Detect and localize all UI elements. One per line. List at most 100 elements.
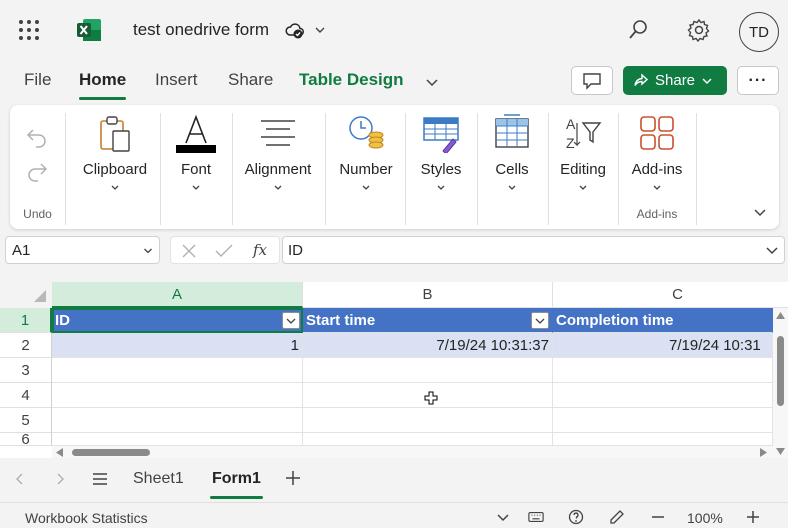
table-header-completion-time[interactable]: Completion time [553, 308, 773, 333]
row-header-6[interactable]: 6 [0, 433, 52, 446]
sheet-tab-form1[interactable]: Form1 [210, 470, 263, 499]
cancel-icon[interactable] [181, 243, 197, 259]
row-header-2[interactable]: 2 [0, 333, 52, 358]
chevron-down-icon[interactable] [143, 246, 153, 256]
tab-table-design[interactable]: Table Design [299, 70, 404, 90]
select-all-corner[interactable] [0, 282, 52, 308]
table-cell[interactable]: 1 [52, 333, 303, 358]
redo-icon[interactable] [25, 161, 49, 183]
row-header-3[interactable]: 3 [0, 358, 52, 383]
horizontal-scroll-thumb[interactable] [72, 449, 150, 456]
chevron-down-icon[interactable] [313, 23, 327, 37]
grid-cell[interactable] [303, 408, 553, 433]
chevron-down-icon [362, 185, 370, 190]
table-header-id[interactable]: ID [52, 308, 303, 333]
tab-file[interactable]: File [24, 70, 51, 90]
sheet-tab-sheet1[interactable]: Sheet1 [133, 470, 184, 488]
row-header-1[interactable]: 1 [0, 308, 52, 333]
tab-share[interactable]: Share [228, 70, 273, 90]
vertical-scrollbar[interactable] [773, 308, 788, 458]
keyboard-icon[interactable] [528, 509, 544, 525]
zoom-in-icon[interactable] [745, 509, 761, 525]
chevron-down-icon [579, 185, 587, 190]
more-tabs-chevron-icon[interactable] [424, 74, 440, 90]
grid-cell[interactable] [553, 433, 773, 446]
zoom-out-icon[interactable] [650, 509, 666, 525]
styles-group[interactable]: Styles [410, 105, 472, 229]
more-options-button[interactable]: ··· [737, 66, 779, 95]
document-title[interactable]: test onedrive form [133, 20, 269, 40]
spreadsheet-grid[interactable]: A B C 1 2 3 4 5 6 ID Start time Completi… [0, 282, 788, 458]
ribbon-separator [325, 113, 326, 225]
svg-text:Z: Z [566, 135, 575, 151]
check-icon[interactable] [215, 243, 233, 259]
formula-value: ID [288, 242, 303, 259]
share-button[interactable]: Share [623, 66, 727, 95]
previous-sheet-icon[interactable] [14, 472, 26, 486]
row-header-5[interactable]: 5 [0, 408, 52, 433]
add-ins-group[interactable]: Add-ins Add-ins [624, 105, 690, 229]
scroll-left-arrow-icon[interactable] [56, 448, 63, 457]
header-cell-text: ID [55, 312, 70, 329]
row-header-4[interactable]: 4 [0, 383, 52, 408]
view-options-icon[interactable] [609, 509, 625, 525]
font-group[interactable]: Font [165, 105, 227, 229]
select-all-triangle-icon [34, 290, 46, 302]
undo-icon[interactable] [25, 127, 49, 149]
table-cell[interactable]: 7/19/24 10:31:37 [303, 333, 553, 358]
ribbon-expand-chevron-icon[interactable] [753, 205, 767, 219]
next-sheet-icon[interactable] [54, 472, 66, 486]
column-header-a[interactable]: A [52, 282, 303, 308]
scroll-up-arrow-icon[interactable] [776, 312, 785, 319]
editing-group[interactable]: A Z Editing [552, 105, 614, 229]
cells-group[interactable]: Cells [482, 105, 542, 229]
user-avatar[interactable]: TD [739, 12, 779, 52]
number-group[interactable]: Number [332, 105, 400, 229]
grid-cell[interactable] [52, 383, 303, 408]
vertical-scroll-thumb[interactable] [777, 336, 784, 406]
grid-cell[interactable] [303, 433, 553, 446]
workbook-statistics[interactable]: Workbook Statistics [25, 510, 148, 526]
grid-cell[interactable] [52, 433, 303, 446]
grid-cell[interactable] [52, 408, 303, 433]
chevron-down-icon[interactable] [766, 246, 778, 256]
formula-input[interactable]: ID [282, 236, 785, 264]
filter-dropdown-button[interactable] [531, 312, 549, 329]
zoom-level[interactable]: 100% [687, 510, 723, 526]
share-icon [634, 72, 649, 86]
all-sheets-menu-icon[interactable] [92, 472, 108, 486]
horizontal-scrollbar[interactable] [52, 446, 773, 458]
undo-group: Undo [10, 105, 65, 229]
excel-logo-icon[interactable] [76, 18, 102, 42]
table-header-start-time[interactable]: Start time [303, 308, 553, 333]
number-label: Number [339, 161, 393, 178]
grid-cell[interactable] [553, 358, 773, 383]
column-header-c[interactable]: C [553, 282, 788, 308]
gear-icon[interactable] [686, 17, 712, 43]
help-icon[interactable] [568, 509, 584, 525]
grid-cell[interactable] [303, 358, 553, 383]
name-box[interactable]: A1 [5, 236, 160, 264]
cloud-saved-icon[interactable] [285, 21, 305, 41]
scroll-down-arrow-icon[interactable] [776, 448, 785, 455]
app-launcher-icon[interactable] [19, 20, 39, 40]
alignment-group[interactable]: Alignment [238, 105, 318, 229]
ribbon-separator [696, 113, 697, 225]
grid-cell[interactable] [553, 383, 773, 408]
search-icon[interactable] [625, 17, 651, 43]
filter-dropdown-button[interactable] [282, 312, 300, 329]
chevron-down-icon[interactable] [495, 509, 511, 525]
column-header-b[interactable]: B [303, 282, 553, 308]
title-bar: test onedrive form TD [0, 0, 788, 60]
insert-function-button[interactable]: fx [253, 241, 267, 259]
grid-cell[interactable] [553, 408, 773, 433]
clipboard-group[interactable]: Clipboard [75, 105, 155, 229]
chevron-down-icon [192, 185, 200, 190]
comments-button[interactable] [571, 66, 613, 95]
table-cell[interactable]: 7/19/24 10:31 [553, 333, 773, 358]
tab-insert[interactable]: Insert [155, 70, 198, 90]
tab-home[interactable]: Home [79, 70, 127, 100]
grid-cell[interactable] [52, 358, 303, 383]
scroll-right-arrow-icon[interactable] [760, 448, 767, 457]
add-sheet-icon[interactable] [285, 470, 301, 486]
